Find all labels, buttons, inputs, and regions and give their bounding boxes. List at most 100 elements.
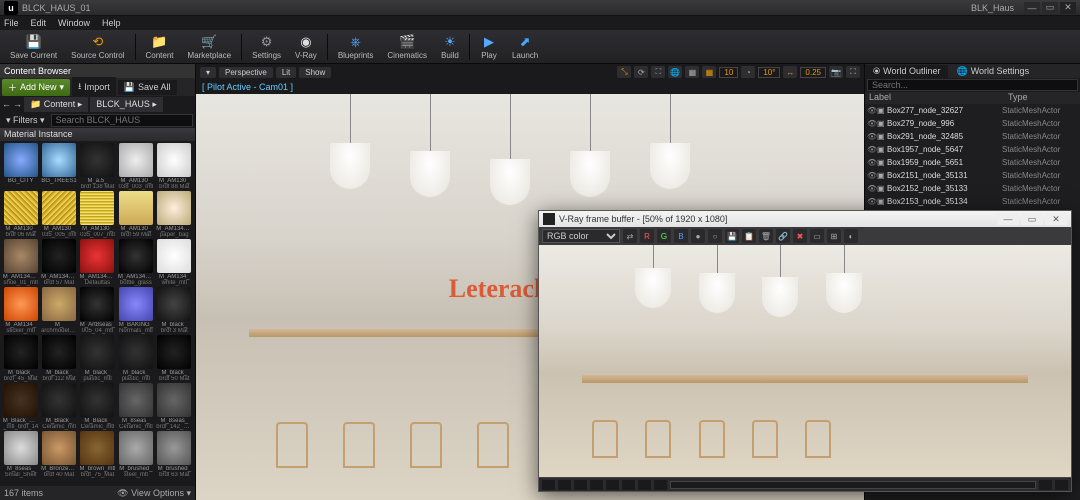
asset-thumbnail[interactable]: M_AM134_sticker_mtl <box>2 287 39 334</box>
vfb-clear-icon[interactable]: 🗑 <box>759 229 773 243</box>
save-all-button[interactable]: 💾Save All <box>118 80 177 95</box>
asset-thumbnail[interactable]: M_archmodels82 <box>40 287 77 334</box>
asset-thumbnail[interactable]: M_black_brdf 112 Mat <box>40 335 77 382</box>
asset-thumbnail[interactable]: M_Art8seas_005_04_mtl <box>79 287 116 334</box>
asset-thumbnail[interactable]: M_brushed_steel_mtl <box>117 431 154 478</box>
channel-select[interactable]: RGB color <box>542 229 620 243</box>
visibility-icon[interactable]: 👁 <box>867 145 877 154</box>
asset-thumbnail[interactable]: M_AM130_038_003_mtl <box>117 143 154 190</box>
channel-alpha-button[interactable]: ● <box>691 229 705 243</box>
cinematics-button[interactable]: 🎬Cinematics <box>381 32 433 62</box>
perspective-button[interactable]: Perspective <box>219 67 273 78</box>
angle-snap-icon[interactable]: ◔ <box>741 66 755 78</box>
asset-thumbnail[interactable]: M_AM130_brdf 88 Mat <box>156 143 193 190</box>
vfb-curve-icon[interactable] <box>558 480 571 490</box>
asset-thumbnail[interactable]: M_AM134_08_paper_bag <box>156 191 193 238</box>
maximize-viewport-button[interactable]: ⛶ <box>846 66 860 78</box>
asset-thumbnail[interactable]: M_Black_Wood_mtl_brdf_14 <box>2 383 39 430</box>
asset-thumbnail[interactable]: M_black_plastic_mtl <box>117 335 154 382</box>
asset-thumbnail[interactable]: M_8seas_Ceramic_mtl <box>117 383 154 430</box>
transform-rotate-icon[interactable]: ⟳ <box>634 66 648 78</box>
asset-thumbnail[interactable]: M_Black_Ceramic_mtl <box>79 383 116 430</box>
asset-thumbnail[interactable]: M_BAKING_Normals_mtl <box>117 287 154 334</box>
play-button[interactable]: ▶Play <box>474 32 504 62</box>
marketplace-button[interactable]: 🛒Marketplace <box>182 32 238 62</box>
asset-thumbnail[interactable]: BG_TREES1 <box>40 143 77 190</box>
vray-button[interactable]: ◉V-Ray <box>289 32 323 62</box>
vfb-pixel-icon[interactable] <box>590 480 603 490</box>
show-button[interactable]: Show <box>299 67 331 78</box>
blueprints-button[interactable]: ⎈Blueprints <box>332 32 380 62</box>
asset-thumbnail[interactable]: M_8seas_brdf_142_Mat <box>156 383 193 430</box>
vfb-lens-icon[interactable] <box>606 480 619 490</box>
vfb-titlebar[interactable]: V-Ray frame buffer - [50% of 1920 x 1080… <box>539 211 1071 227</box>
outliner-row[interactable]: 👁▣Box2152_node_35133StaticMeshActor <box>865 182 1080 195</box>
vfb-render-canvas[interactable] <box>539 245 1071 477</box>
source-control-button[interactable]: ⟲Source Control <box>65 32 130 62</box>
scale-snap-icon[interactable]: ↔ <box>783 66 797 78</box>
camera-speed-icon[interactable]: 📷 <box>829 66 843 78</box>
outliner-row[interactable]: 👁▣Box279_node_996StaticMeshActor <box>865 117 1080 130</box>
viewport-menu-button[interactable]: ▾ <box>200 67 216 78</box>
asset-thumbnail[interactable]: M_AM130_035_005_mtl <box>40 191 77 238</box>
channel-red-button[interactable]: R <box>640 229 654 243</box>
vfb-minimize-button[interactable]: — <box>997 213 1019 225</box>
asset-thumbnail[interactable]: M_black_brdf 50 Mat <box>156 335 193 382</box>
outliner-row[interactable]: 👁▣Box1957_node_5647StaticMeshActor <box>865 143 1080 156</box>
coord-space-icon[interactable]: 🌐 <box>668 66 682 78</box>
asset-thumbnail[interactable]: M_AM130_brdf 06 Mat <box>2 191 39 238</box>
outliner-row[interactable]: 👁▣Box2151_node_35131StaticMeshActor <box>865 169 1080 182</box>
visibility-icon[interactable]: 👁 <box>867 119 877 128</box>
channel-blue-button[interactable]: B <box>674 229 688 243</box>
close-button[interactable]: ✕ <box>1060 2 1076 14</box>
vfb-track-icon[interactable]: ⊞ <box>827 229 841 243</box>
transform-scale-icon[interactable]: ⛶ <box>651 66 665 78</box>
grid-snap-value[interactable]: 10 <box>719 67 738 78</box>
lit-button[interactable]: Lit <box>276 67 296 78</box>
vfb-close-button[interactable]: ✕ <box>1045 213 1067 225</box>
vfb-stop-icon[interactable] <box>1039 480 1052 490</box>
path-back-button[interactable]: ← <box>2 99 11 109</box>
asset-thumbnail[interactable]: M_AM130_035_007_mtl <box>79 191 116 238</box>
filters-button[interactable]: ▾ Filters ▾ <box>2 115 49 126</box>
vfb-switch-icon[interactable]: ⇄ <box>623 229 637 243</box>
outliner-row[interactable]: 👁▣Box277_node_32627StaticMeshActor <box>865 104 1080 117</box>
asset-thumbnail[interactable]: BG_CITY <box>2 143 39 190</box>
visibility-icon[interactable]: 👁 <box>867 171 877 180</box>
asset-thumbnail[interactable]: M_AM134_35_brdf 57 Mat <box>40 239 77 286</box>
asset-thumbnail[interactable]: M_8seas_Small_Shelf <box>2 431 39 478</box>
scale-snap-value[interactable]: 0.25 <box>800 67 826 78</box>
asset-thumbnail[interactable]: M_Bronze_mtlbrdf 40 Mat <box>40 431 77 478</box>
column-type[interactable]: Type <box>1004 92 1080 104</box>
maximize-button[interactable]: ▭ <box>1042 2 1058 14</box>
vfb-link-icon[interactable]: 🔗 <box>776 229 790 243</box>
asset-thumbnail[interactable]: M_brushed_brdf 63 Mat <box>156 431 193 478</box>
asset-thumbnail[interactable]: M_black_brdf_45_Mat <box>2 335 39 382</box>
vfb-maximize-button[interactable]: ▭ <box>1021 213 1043 225</box>
menu-edit[interactable]: Edit <box>31 18 47 28</box>
asset-thumbnail[interactable]: M_Black_Ceramic_mtl <box>40 383 77 430</box>
asset-thumbnail[interactable]: M_black_brdf 3 Mat <box>156 287 193 334</box>
vfb-log-icon[interactable] <box>654 480 667 490</box>
angle-snap-value[interactable]: 10° <box>758 67 780 78</box>
vfb-copy-icon[interactable]: 📋 <box>742 229 756 243</box>
channel-mono-button[interactable]: ○ <box>708 229 722 243</box>
search-input[interactable] <box>51 114 193 127</box>
visibility-icon[interactable]: 👁 <box>867 158 877 167</box>
vfb-cc-icon[interactable] <box>542 480 555 490</box>
path-fwd-button[interactable]: → <box>13 99 22 109</box>
vfb-lock-icon[interactable] <box>1055 480 1068 490</box>
transform-move-icon[interactable]: ⤡ <box>617 66 631 78</box>
outliner-row[interactable]: 👁▣Box2153_node_35134StaticMeshActor <box>865 195 1080 208</box>
vfb-info-icon[interactable] <box>574 480 587 490</box>
visibility-icon[interactable]: 👁 <box>867 132 877 141</box>
asset-thumbnail[interactable]: M_AM134_white_mtl <box>156 239 193 286</box>
asset-thumbnail[interactable]: M_brown_mtlbrdf_75_Mat <box>79 431 116 478</box>
content-button[interactable]: 📁Content <box>140 32 180 62</box>
vfb-region-icon[interactable]: ▭ <box>810 229 824 243</box>
asset-thumbnail[interactable]: M_AM130_brdf 59 Mat <box>117 191 154 238</box>
grid-snap-toggle[interactable]: ▦ <box>702 66 716 78</box>
surface-snap-icon[interactable]: ▦ <box>685 66 699 78</box>
menu-file[interactable]: File <box>4 18 19 28</box>
asset-thumbnail[interactable]: M_AM134_24_shoe_01_mtl <box>2 239 39 286</box>
